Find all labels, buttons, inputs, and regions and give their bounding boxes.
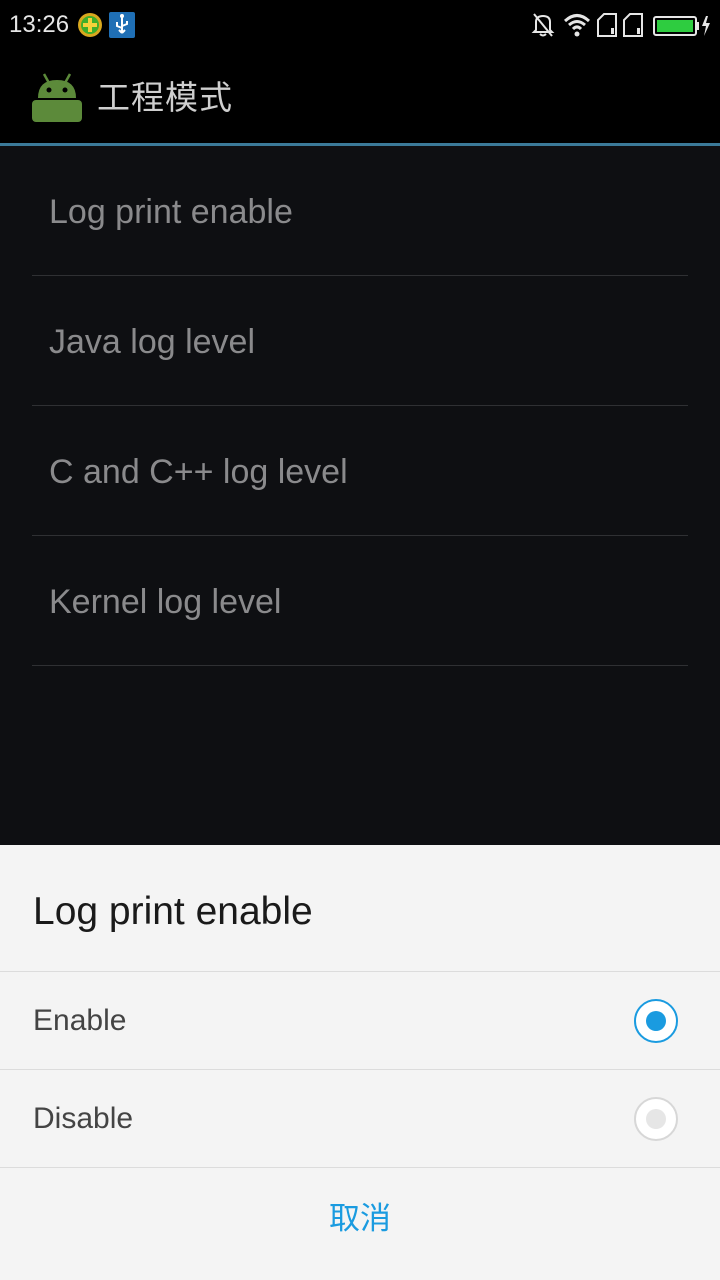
sim-2-icon — [623, 13, 643, 37]
app-title: 工程模式 — [97, 78, 233, 117]
list-item-log-print-enable[interactable]: Log print enable — [32, 146, 688, 276]
radio-button-unchecked[interactable] — [634, 1097, 678, 1141]
option-enable[interactable]: Enable — [0, 972, 720, 1069]
sim-1-icon — [597, 13, 617, 37]
radio-dot — [646, 1109, 666, 1129]
usb-icon — [109, 12, 135, 38]
status-time: 13:26 — [9, 11, 70, 38]
list-item-label: C and C++ log level — [49, 453, 348, 491]
wifi-icon — [563, 14, 591, 37]
status-bar: 13:26 — [0, 0, 720, 50]
option-label: Disable — [33, 1102, 134, 1135]
list-item-kernel-log-level[interactable]: Kernel log level — [32, 536, 688, 666]
radio-button-checked[interactable] — [634, 999, 678, 1043]
cancel-label: 取消 — [329, 1201, 391, 1237]
choice-dialog: Log print enable Enable Disable 取消 — [0, 845, 720, 1280]
dialog-title: Log print enable — [33, 890, 313, 933]
android-icon — [32, 73, 82, 122]
radio-dot — [646, 1011, 666, 1031]
option-disable[interactable]: Disable — [0, 1070, 720, 1167]
battery-charging-icon — [653, 16, 710, 36]
mute-notifications-icon — [531, 13, 555, 37]
settings-list: Log print enable Java log level C and C+… — [0, 146, 720, 845]
health-plus-icon — [78, 13, 102, 37]
cancel-button[interactable]: 取消 — [0, 1167, 720, 1280]
option-label: Enable — [33, 1004, 127, 1037]
action-bar: 工程模式 — [0, 50, 720, 144]
list-item-label: Java log level — [49, 323, 256, 361]
list-item-label: Log print enable — [49, 193, 293, 231]
list-item-label: Kernel log level — [49, 583, 282, 621]
list-item-java-log-level[interactable]: Java log level — [32, 276, 688, 406]
list-item-c-cpp-log-level[interactable]: C and C++ log level — [32, 406, 688, 536]
